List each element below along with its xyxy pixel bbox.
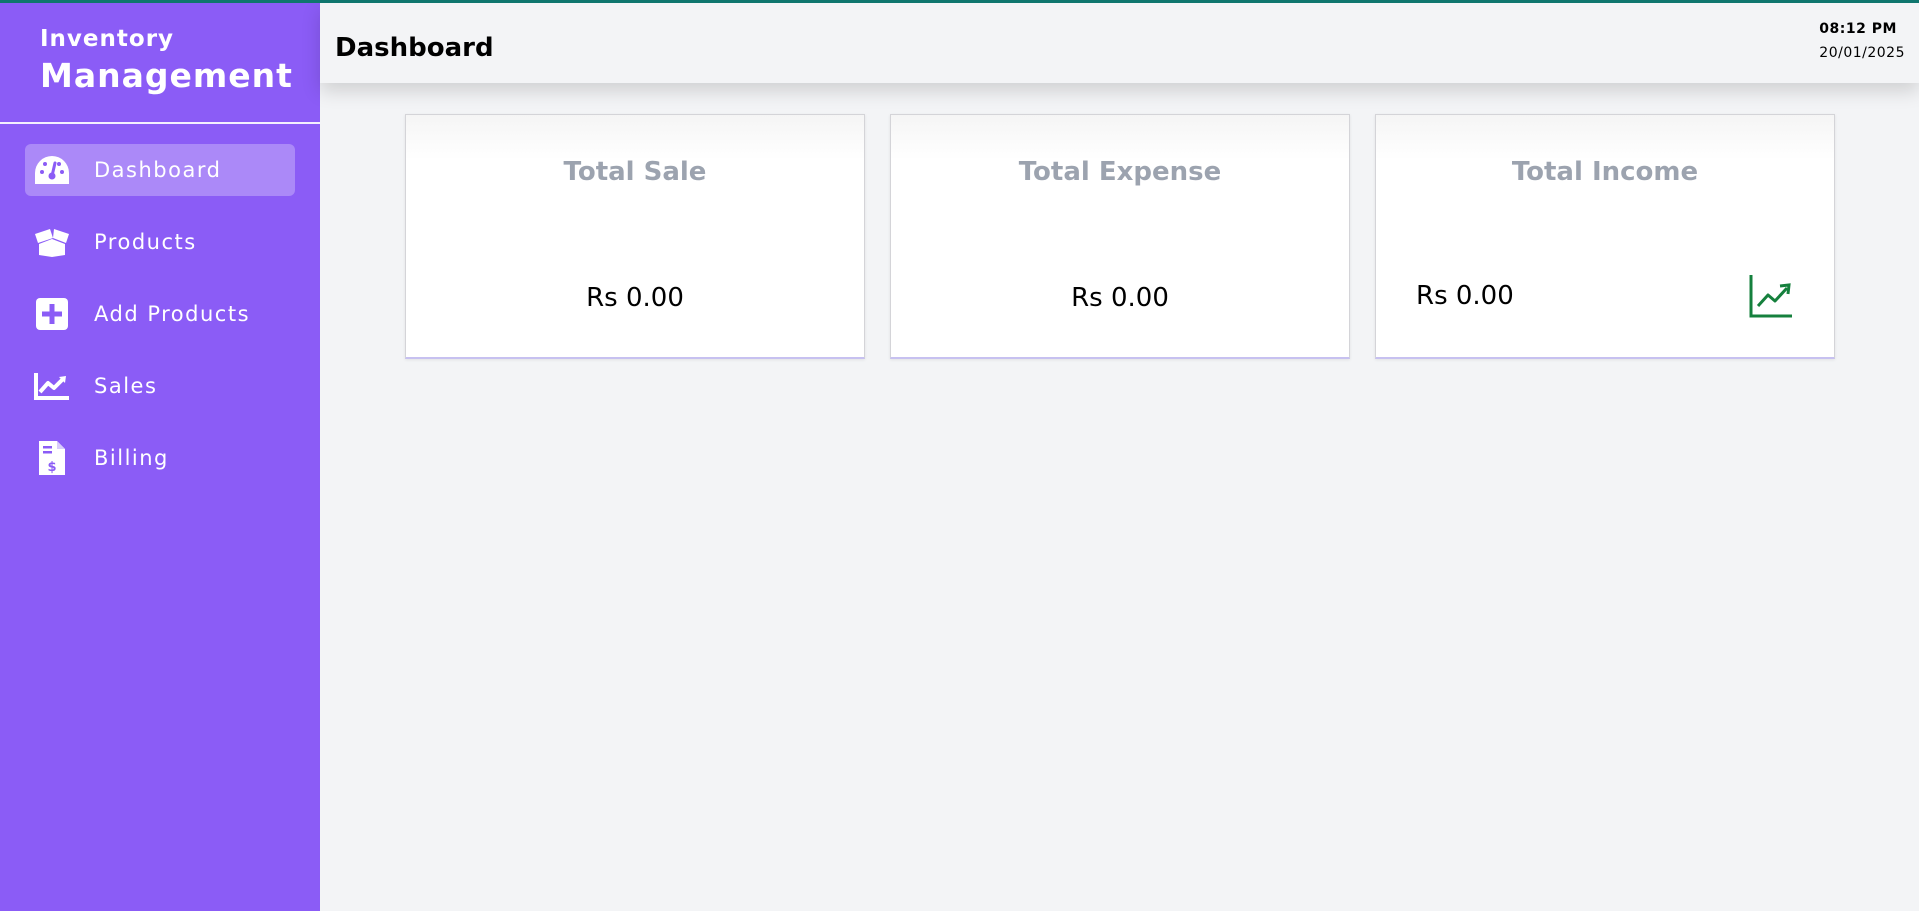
total-income-card: Total Income Rs 0.00 <box>1375 114 1835 359</box>
sidebar-item-sales[interactable]: Sales <box>25 360 295 412</box>
header: Dashboard 08:12 PM 20/01/2025 <box>320 3 1919 83</box>
sidebar-item-billing[interactable]: $ Billing <box>25 432 295 484</box>
chart-line-icon <box>33 367 71 405</box>
card-value: Rs 0.00 <box>586 283 684 313</box>
sidebar-item-label: Products <box>94 230 197 254</box>
plus-square-icon <box>33 295 71 333</box>
sidebar-item-add-products[interactable]: Add Products <box>25 288 295 340</box>
brand-title-bottom: Management <box>40 56 293 95</box>
gauge-icon <box>33 151 71 189</box>
clock-time: 08:12 PM <box>1819 21 1897 37</box>
invoice-dollar-icon: $ <box>33 439 71 477</box>
total-expense-card: Total Expense Rs 0.00 <box>890 114 1350 359</box>
page-title: Dashboard <box>335 33 494 63</box>
clock: 08:12 PM 20/01/2025 <box>1819 21 1905 61</box>
sidebar-item-label: Sales <box>94 374 158 398</box>
sidebar-item-dashboard[interactable]: Dashboard <box>25 144 295 196</box>
summary-cards: Total Sale Rs 0.00 Total Expense Rs 0.00… <box>405 114 1835 359</box>
sidebar-item-label: Billing <box>94 446 169 470</box>
trend-up-icon <box>1748 273 1794 319</box>
sidebar: Inventory Management Dashboard Products … <box>0 0 320 911</box>
top-accent-bar <box>0 0 1919 3</box>
open-box-icon <box>33 223 71 261</box>
brand: Inventory Management <box>0 0 320 124</box>
card-value: Rs 0.00 <box>1071 283 1169 313</box>
card-title: Total Income <box>1511 157 1699 187</box>
brand-title-top: Inventory <box>40 26 175 52</box>
card-value: Rs 0.00 <box>1416 281 1514 311</box>
total-sale-card: Total Sale Rs 0.00 <box>405 114 865 359</box>
sidebar-item-products[interactable]: Products <box>25 216 295 268</box>
clock-date: 20/01/2025 <box>1819 45 1905 61</box>
svg-text:$: $ <box>47 460 56 475</box>
card-title: Total Expense <box>1018 157 1222 187</box>
card-title: Total Sale <box>563 157 707 187</box>
sidebar-nav: Dashboard Products Add Products Sales $ … <box>0 124 320 484</box>
sidebar-item-label: Add Products <box>94 302 251 326</box>
sidebar-item-label: Dashboard <box>94 158 222 182</box>
